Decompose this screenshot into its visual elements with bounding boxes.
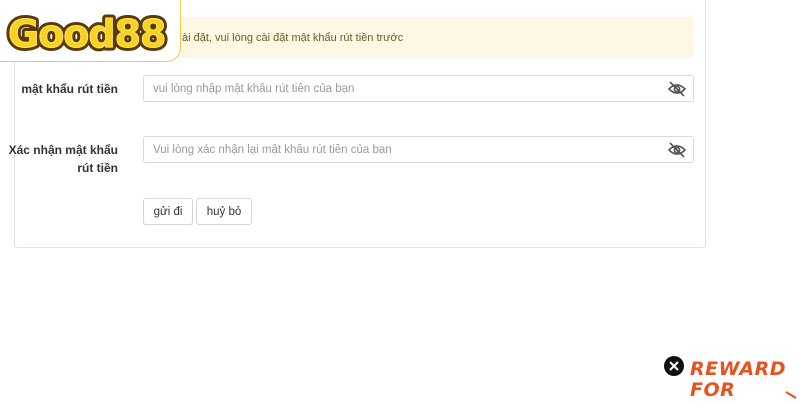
confirm-password-field — [143, 136, 694, 163]
confirm-password-label: Xác nhận mật khẩu rút tiền — [8, 143, 118, 175]
password-input[interactable] — [144, 76, 653, 101]
svg-text:Good88: Good88 — [8, 12, 166, 56]
reward-line1: REWARD — [690, 358, 786, 380]
reward-line2: FOR — [690, 379, 736, 401]
eye-slash-icon[interactable] — [667, 141, 687, 159]
brand-logo: Good88 Good88 — [0, 0, 181, 62]
password-field — [143, 75, 694, 102]
close-icon[interactable] — [664, 356, 684, 376]
password-label: mật khẩu rút tiền — [21, 82, 118, 96]
alert-text: ài đặt, vui lòng cài đặt mật khẩu rút ti… — [182, 31, 404, 44]
confirm-password-input[interactable] — [144, 137, 653, 162]
arrow-icon — [784, 388, 798, 400]
logo-graphic: Good88 Good88 — [5, 9, 171, 60]
setup-warning-alert: ài đặt, vui lòng cài đặt mật khẩu rút ti… — [148, 17, 694, 58]
submit-button[interactable]: gửi đi — [143, 198, 193, 225]
eye-slash-icon[interactable] — [667, 80, 687, 98]
reward-banner[interactable]: REWARD FOR — [662, 352, 800, 401]
cancel-button[interactable]: huỷ bỏ — [196, 198, 252, 225]
